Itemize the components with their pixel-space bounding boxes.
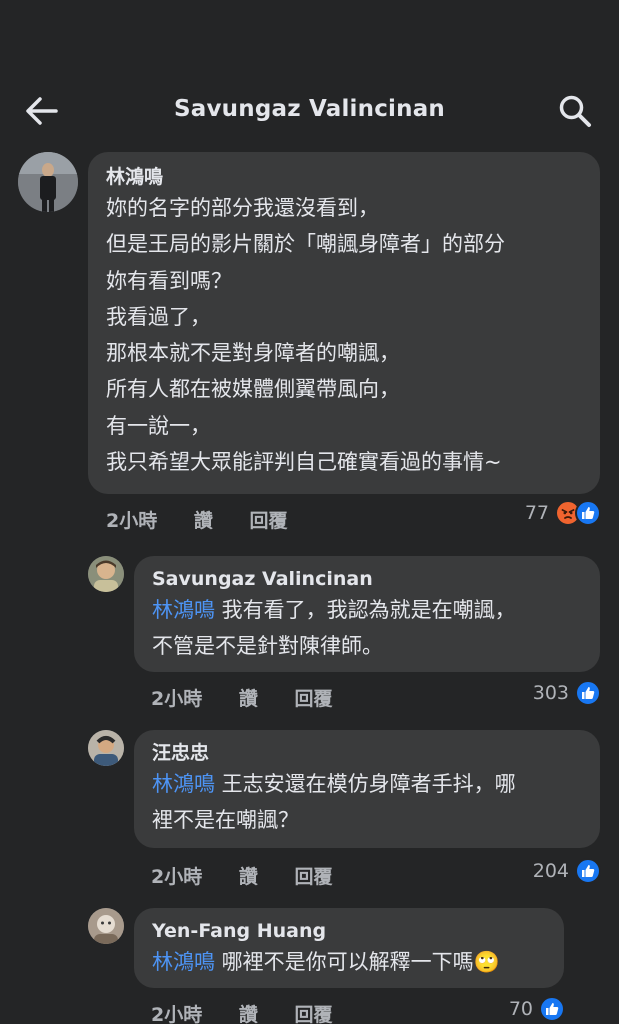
comment-text: 林鴻鳴 我有看了，我認為就是在嘲諷， 不管是不是針對陳律師。	[152, 592, 584, 665]
like-button[interactable]: 讚	[239, 862, 258, 889]
comment-text: 妳的名字的部分我還沒看到， 但是王局的影片關於「嘲諷身障者」的部分 妳有看到嗎？…	[106, 190, 584, 480]
comment-line-text: 我有看了，我認為就是在嘲諷，	[215, 598, 516, 622]
reply-button[interactable]: 回覆	[250, 506, 288, 533]
like-button[interactable]: 讚	[194, 506, 213, 533]
comment-line: 妳的名字的部分我還沒看到，	[106, 196, 379, 220]
comment-line: 所有人都在被媒體側翼帶風向，	[106, 377, 400, 402]
comment-bubble[interactable]: 汪忠忠 林鴻鳴 王志安還在模仿身障者手抖，哪 裡不是在嘲諷？	[134, 730, 600, 848]
reaction-count: 204	[532, 860, 569, 882]
reply-item: Yen-Fang Huang 林鴻鳴 哪裡不是你可以解釋一下嗎🙄 2小時 讚 回…	[0, 908, 619, 1024]
search-icon	[559, 95, 591, 127]
comment-time: 2小時	[151, 866, 203, 888]
avatar[interactable]	[88, 556, 124, 592]
comment-bubble[interactable]: Yen-Fang Huang 林鴻鳴 哪裡不是你可以解釋一下嗎🙄	[134, 908, 564, 988]
like-button[interactable]: 讚	[239, 1000, 258, 1024]
avatar[interactable]	[88, 908, 124, 944]
comment-line: 林鴻鳴 我有看了，我認為就是在嘲諷，	[152, 592, 584, 628]
top-bar: Savungaz Valincinan	[0, 82, 619, 140]
comment-time: 2小時	[151, 1004, 203, 1024]
comment-bubble[interactable]: Savungaz Valincinan 林鴻鳴 我有看了，我認為就是在嘲諷， 不…	[134, 556, 600, 672]
comment-meta: 2小時 讚 回覆	[151, 862, 333, 889]
comment-line: 那根本就不是對身障者的嘲諷，	[106, 341, 400, 366]
thumbs-up-icon	[539, 996, 565, 1022]
avatar[interactable]	[88, 730, 124, 766]
reply-item: 汪忠忠 林鴻鳴 王志安還在模仿身障者手抖，哪 裡不是在嘲諷？ 2小時 讚 回覆 …	[0, 730, 619, 890]
reaction-count: 70	[508, 998, 533, 1020]
avatar[interactable]	[18, 152, 78, 212]
search-button[interactable]	[557, 93, 593, 129]
comment-line: 裡不是在嘲諷？	[152, 808, 299, 833]
comment-author[interactable]: Yen-Fang Huang	[152, 918, 548, 944]
comment-meta: 2小時 讚 回覆	[106, 506, 288, 533]
avatar-image	[88, 556, 124, 592]
reaction-count: 303	[532, 682, 569, 704]
comment-meta: 2小時 讚 回覆	[151, 1000, 333, 1024]
reply-item: Savungaz Valincinan 林鴻鳴 我有看了，我認為就是在嘲諷， 不…	[0, 556, 619, 716]
comment-line: 我只希望大眾能評判自己確實看過的事情~	[106, 450, 502, 475]
mention-link[interactable]: 林鴻鳴	[152, 950, 215, 974]
reply-button[interactable]: 回覆	[295, 684, 333, 711]
comment-time: 2小時	[151, 688, 203, 710]
comment-line-text: 哪裡不是你可以解釋一下嗎🙄	[215, 950, 500, 974]
mention-link[interactable]: 林鴻鳴	[152, 598, 215, 622]
reaction-summary[interactable]: 204	[533, 858, 601, 884]
comment-line: 林鴻鳴 王志安還在模仿身障者手抖，哪	[152, 766, 584, 802]
thumbs-up-icon	[575, 680, 601, 706]
comment-line: 不管是不是針對陳律師。	[152, 634, 383, 659]
comment-text: 林鴻鳴 王志安還在模仿身障者手抖，哪 裡不是在嘲諷？	[152, 766, 584, 839]
comment-item: 林鴻鳴 妳的名字的部分我還沒看到， 但是王局的影片關於「嘲諷身障者」的部分 妳有…	[0, 150, 619, 535]
comment-line: 我看過了，	[106, 304, 211, 329]
avatar-image	[88, 730, 124, 766]
comment-bubble[interactable]: 林鴻鳴 妳的名字的部分我還沒看到， 但是王局的影片關於「嘲諷身障者」的部分 妳有…	[88, 152, 600, 494]
reaction-count: 77	[524, 502, 549, 524]
comment-line: 妳有看到嗎？	[106, 268, 232, 293]
page-title: Savungaz Valincinan	[174, 96, 445, 122]
avatar-image	[18, 152, 78, 212]
comment-thread-page: Savungaz Valincinan 林鴻鳴 妳的名字的部分我還沒看到， 但是…	[0, 0, 619, 1024]
comment-author[interactable]: 汪忠忠	[152, 740, 584, 766]
thumbs-up-icon	[575, 500, 601, 526]
reaction-summary[interactable]: 303	[533, 680, 601, 706]
avatar-image	[88, 908, 124, 944]
comment-line: 林鴻鳴 哪裡不是你可以解釋一下嗎🙄	[152, 944, 548, 980]
comment-meta: 2小時 讚 回覆	[151, 684, 333, 711]
thumbs-up-icon	[575, 858, 601, 884]
reply-button[interactable]: 回覆	[295, 1000, 333, 1024]
reply-button[interactable]: 回覆	[295, 862, 333, 889]
comment-line: 但是王局的影片關於「嘲諷身障者」的部分	[106, 232, 505, 257]
reaction-summary[interactable]: 77	[525, 500, 601, 526]
comment-line-text: 王志安還在模仿身障者手抖，哪	[215, 772, 516, 796]
comment-author[interactable]: Savungaz Valincinan	[152, 566, 584, 592]
comment-text: 林鴻鳴 哪裡不是你可以解釋一下嗎🙄	[152, 944, 548, 980]
comment-time: 2小時	[106, 510, 158, 532]
mention-link[interactable]: 林鴻鳴	[152, 772, 215, 796]
comment-line: 有一說一，	[106, 413, 211, 438]
like-button[interactable]: 讚	[239, 684, 258, 711]
reaction-summary[interactable]: 70	[509, 996, 565, 1022]
comment-author[interactable]: 林鴻鳴	[106, 164, 584, 190]
